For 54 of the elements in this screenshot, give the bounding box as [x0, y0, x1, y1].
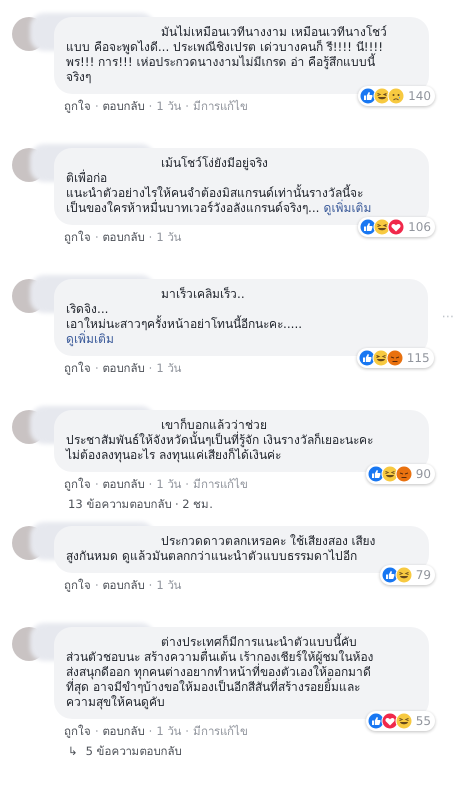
comment-text: มาเร็วเคลิมเร็ว.. เริดจิง... เอาใหม่นะสาวๆครั้งหน้าอย่าโทนนี้อีกนะคะ.....: [66, 287, 302, 331]
like-link[interactable]: ถูกใจ: [64, 361, 91, 375]
separator-dot: ·: [148, 99, 152, 113]
reply-link[interactable]: ตอบกลับ: [102, 361, 145, 375]
reaction-count: 90: [416, 466, 431, 482]
like-link[interactable]: ถูกใจ: [64, 230, 91, 244]
reply-link[interactable]: ตอบกลับ: [102, 99, 145, 113]
comment-text: เขาก็บอกแล้วว่าช่วย ประชาสัมพันธ์ให้จังหวัดนั้นๆเป็นที่รู้จัก เงินรางวัลก็เยอะนะคะ ไม่ต้องลงทุนอะไร ลงทุนแค่เสียงก็ได้เงินค่ะ: [66, 418, 373, 462]
comment-time[interactable]: 1 วัน: [156, 99, 182, 113]
separator-dot: ·: [148, 361, 152, 375]
reaction-count: 106: [408, 220, 431, 234]
see-more-link[interactable]: ดูเพิ่มเติม: [323, 201, 372, 216]
like-link[interactable]: ถูกใจ: [64, 477, 91, 491]
reply-link[interactable]: ตอบกลับ: [102, 230, 145, 244]
separator-dot: ·: [95, 361, 99, 375]
comment-text: ประกวดดาวตลกเหรอคะ ใช้เสียงสอง เสียง สูงกันหมด ดูแล้วมันตลกกว่าแนะนำตัวแบบธรรมดาไปอีก: [66, 534, 376, 563]
edited-label[interactable]: มีการแก้ไข: [192, 99, 248, 113]
separator-dot: ·: [185, 724, 189, 738]
separator-dot: ·: [148, 724, 152, 738]
comment-time[interactable]: 1 วัน: [156, 578, 182, 592]
reply-link[interactable]: ตอบกลับ: [102, 477, 145, 491]
reaction-count: 115: [406, 350, 430, 366]
reply-link[interactable]: ตอบกลับ: [102, 578, 145, 592]
separator-dot: ·: [148, 230, 152, 244]
separator-dot: ·: [185, 99, 189, 113]
reaction-count: 55: [416, 714, 431, 728]
replies-link[interactable]: 13 ข้อความตอบกลับ · 2 ชม.: [68, 495, 213, 513]
reaction-count: 140: [408, 88, 431, 104]
edited-label[interactable]: มีการแก้ไข: [192, 724, 248, 738]
reply-link[interactable]: ตอบกลับ: [102, 724, 145, 738]
separator-dot: ·: [95, 99, 99, 113]
separator-dot: ·: [95, 477, 99, 491]
like-link[interactable]: ถูกใจ: [64, 724, 91, 738]
comment-text: ต่างประเทศก็มีการแนะนำตัวแบบนี้คับ ส่วนตัวชอบนะ สร้างความตื่นเต้น เร้ากองเชียร์ให้ผู้ชมในห้อง ส่งสนุกดีออก ทุกคนต่างอยากทำหน้าที่ของตัวเองให้ออกมาดี ที่สุด อาจมีขำๆบ้างขอให้มองเป็นอีกสีสันที่สร้างรอยยิ้มและ ความสุขให้คนดูคับ: [66, 635, 374, 709]
comment-text: มันไม่เหมือนเวทีนางงาม เหมือนเวทีนางโชว์ แบบ คือจะพูดไงดี... ประเพณีชิงเปรต เด่วบางคนก็ รี!!!! นี!!!! พร!!! การ!!! เห่อประกวดนางงามไม่มีเกรด อ่า คือรู้สึกแบบนี้ จริงๆ: [66, 25, 387, 84]
replies-link[interactable]: 5 ข้อความตอบกลับ: [86, 742, 182, 760]
comment-time[interactable]: 1 วัน: [156, 230, 182, 244]
comment-time[interactable]: 1 วัน: [156, 361, 182, 375]
comment-time[interactable]: 1 วัน: [156, 724, 182, 738]
edited-label[interactable]: มีการแก้ไข: [192, 477, 248, 491]
separator-dot: ·: [95, 724, 99, 738]
like-link[interactable]: ถูกใจ: [64, 99, 91, 113]
like-link[interactable]: ถูกใจ: [64, 578, 91, 592]
comment-time[interactable]: 1 วัน: [156, 477, 182, 491]
reply-arrow-icon: ↳: [68, 744, 78, 758]
separator-dot: ·: [148, 477, 152, 491]
comment-text: เม้นโชว์โง่ยังมีอยู่จริง ติเพื่อก่อ แนะนำตัวอย่างไรให้คนจำต้องมิสแกรนด์เท่านั้นรางวัลนี้จะ: [66, 156, 363, 200]
comment-text: เป็นของใครห้าหมื่นบาทเวอร์วังอลังแกรนด์จริงๆ...: [66, 201, 320, 216]
separator-dot: ·: [95, 578, 99, 592]
see-more-link[interactable]: ดูเพิ่มเติม: [66, 332, 416, 347]
separator-dot: ·: [95, 230, 99, 244]
reaction-count: 79: [416, 568, 431, 582]
separator-dot: ·: [148, 578, 152, 592]
separator-dot: ·: [185, 477, 189, 491]
